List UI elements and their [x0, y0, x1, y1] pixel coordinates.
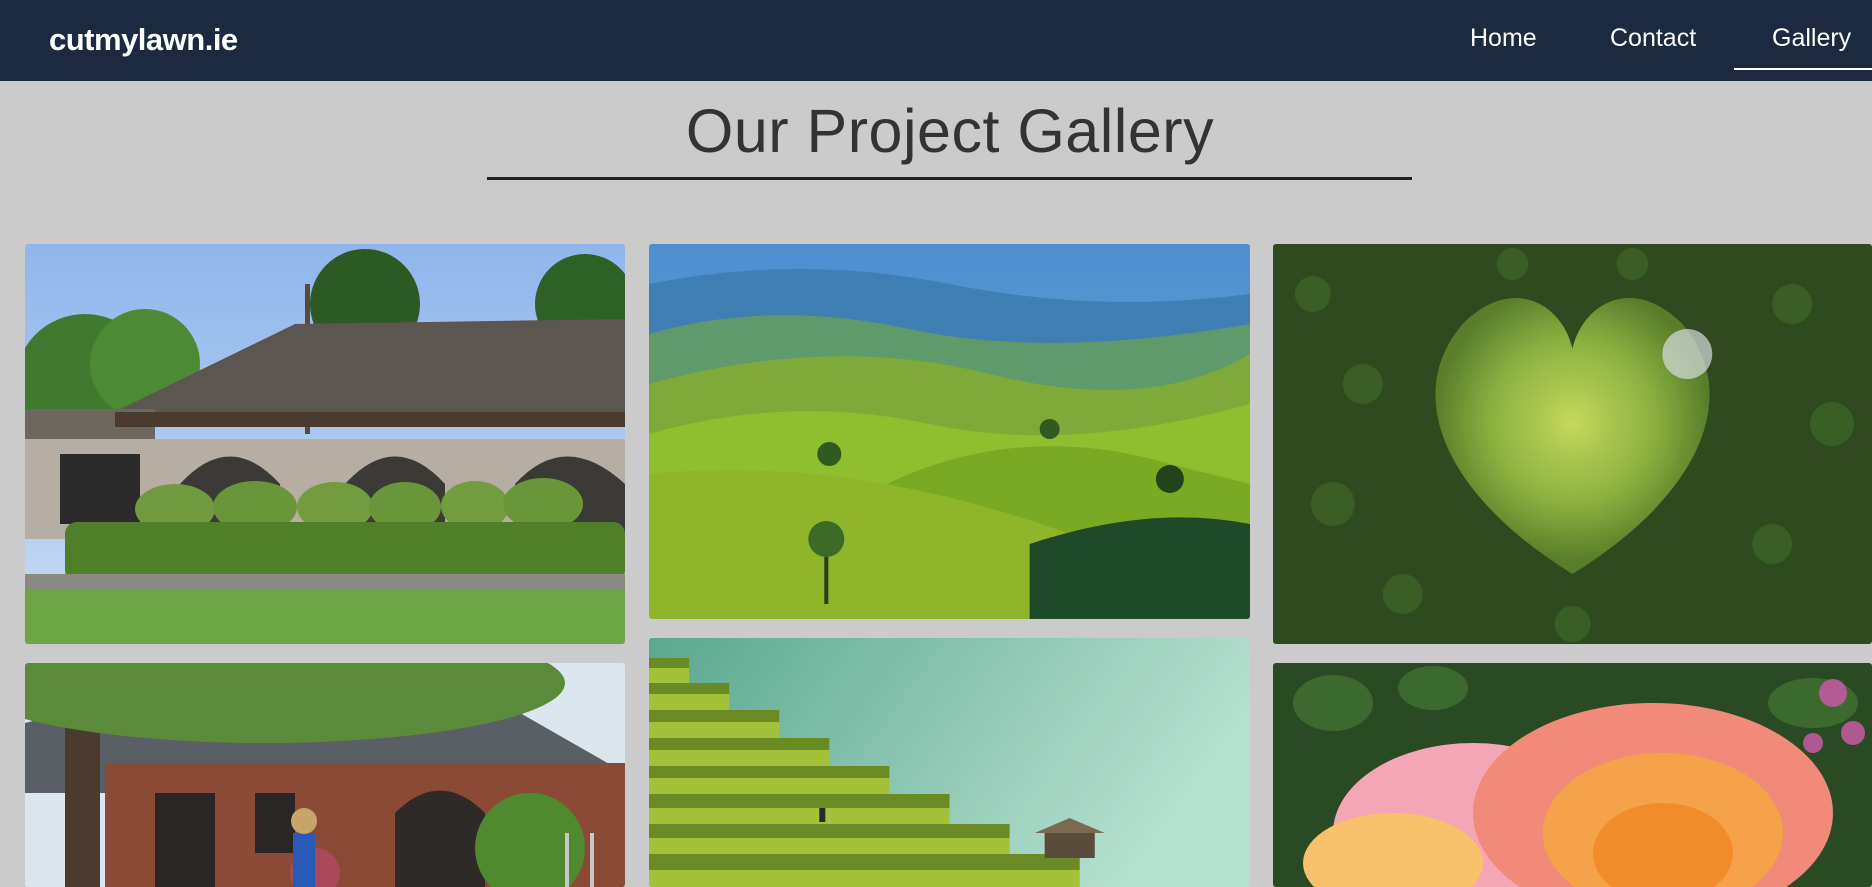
gallery-image-tea-hills[interactable] — [649, 244, 1250, 619]
active-nav-indicator — [1734, 68, 1872, 70]
nav-contact-link[interactable]: Contact — [1610, 24, 1696, 53]
gallery-image-house-hedges[interactable] — [25, 244, 625, 644]
gallery-image-brick-house[interactable] — [25, 663, 625, 887]
title-divider — [487, 177, 1412, 180]
page-title: Our Project Gallery — [685, 97, 1215, 165]
nav-gallery-link[interactable]: Gallery — [1772, 24, 1851, 53]
gallery-image-roses[interactable] — [1273, 663, 1872, 887]
gallery-image-rice-terraces[interactable] — [649, 638, 1250, 887]
nav-home-link[interactable]: Home — [1470, 24, 1537, 53]
brand-logo[interactable]: cutmylawn.ie — [49, 22, 238, 58]
gallery-image-heart-hedge[interactable] — [1273, 244, 1872, 644]
navbar: cutmylawn.ie Home Contact Gallery — [0, 0, 1872, 81]
